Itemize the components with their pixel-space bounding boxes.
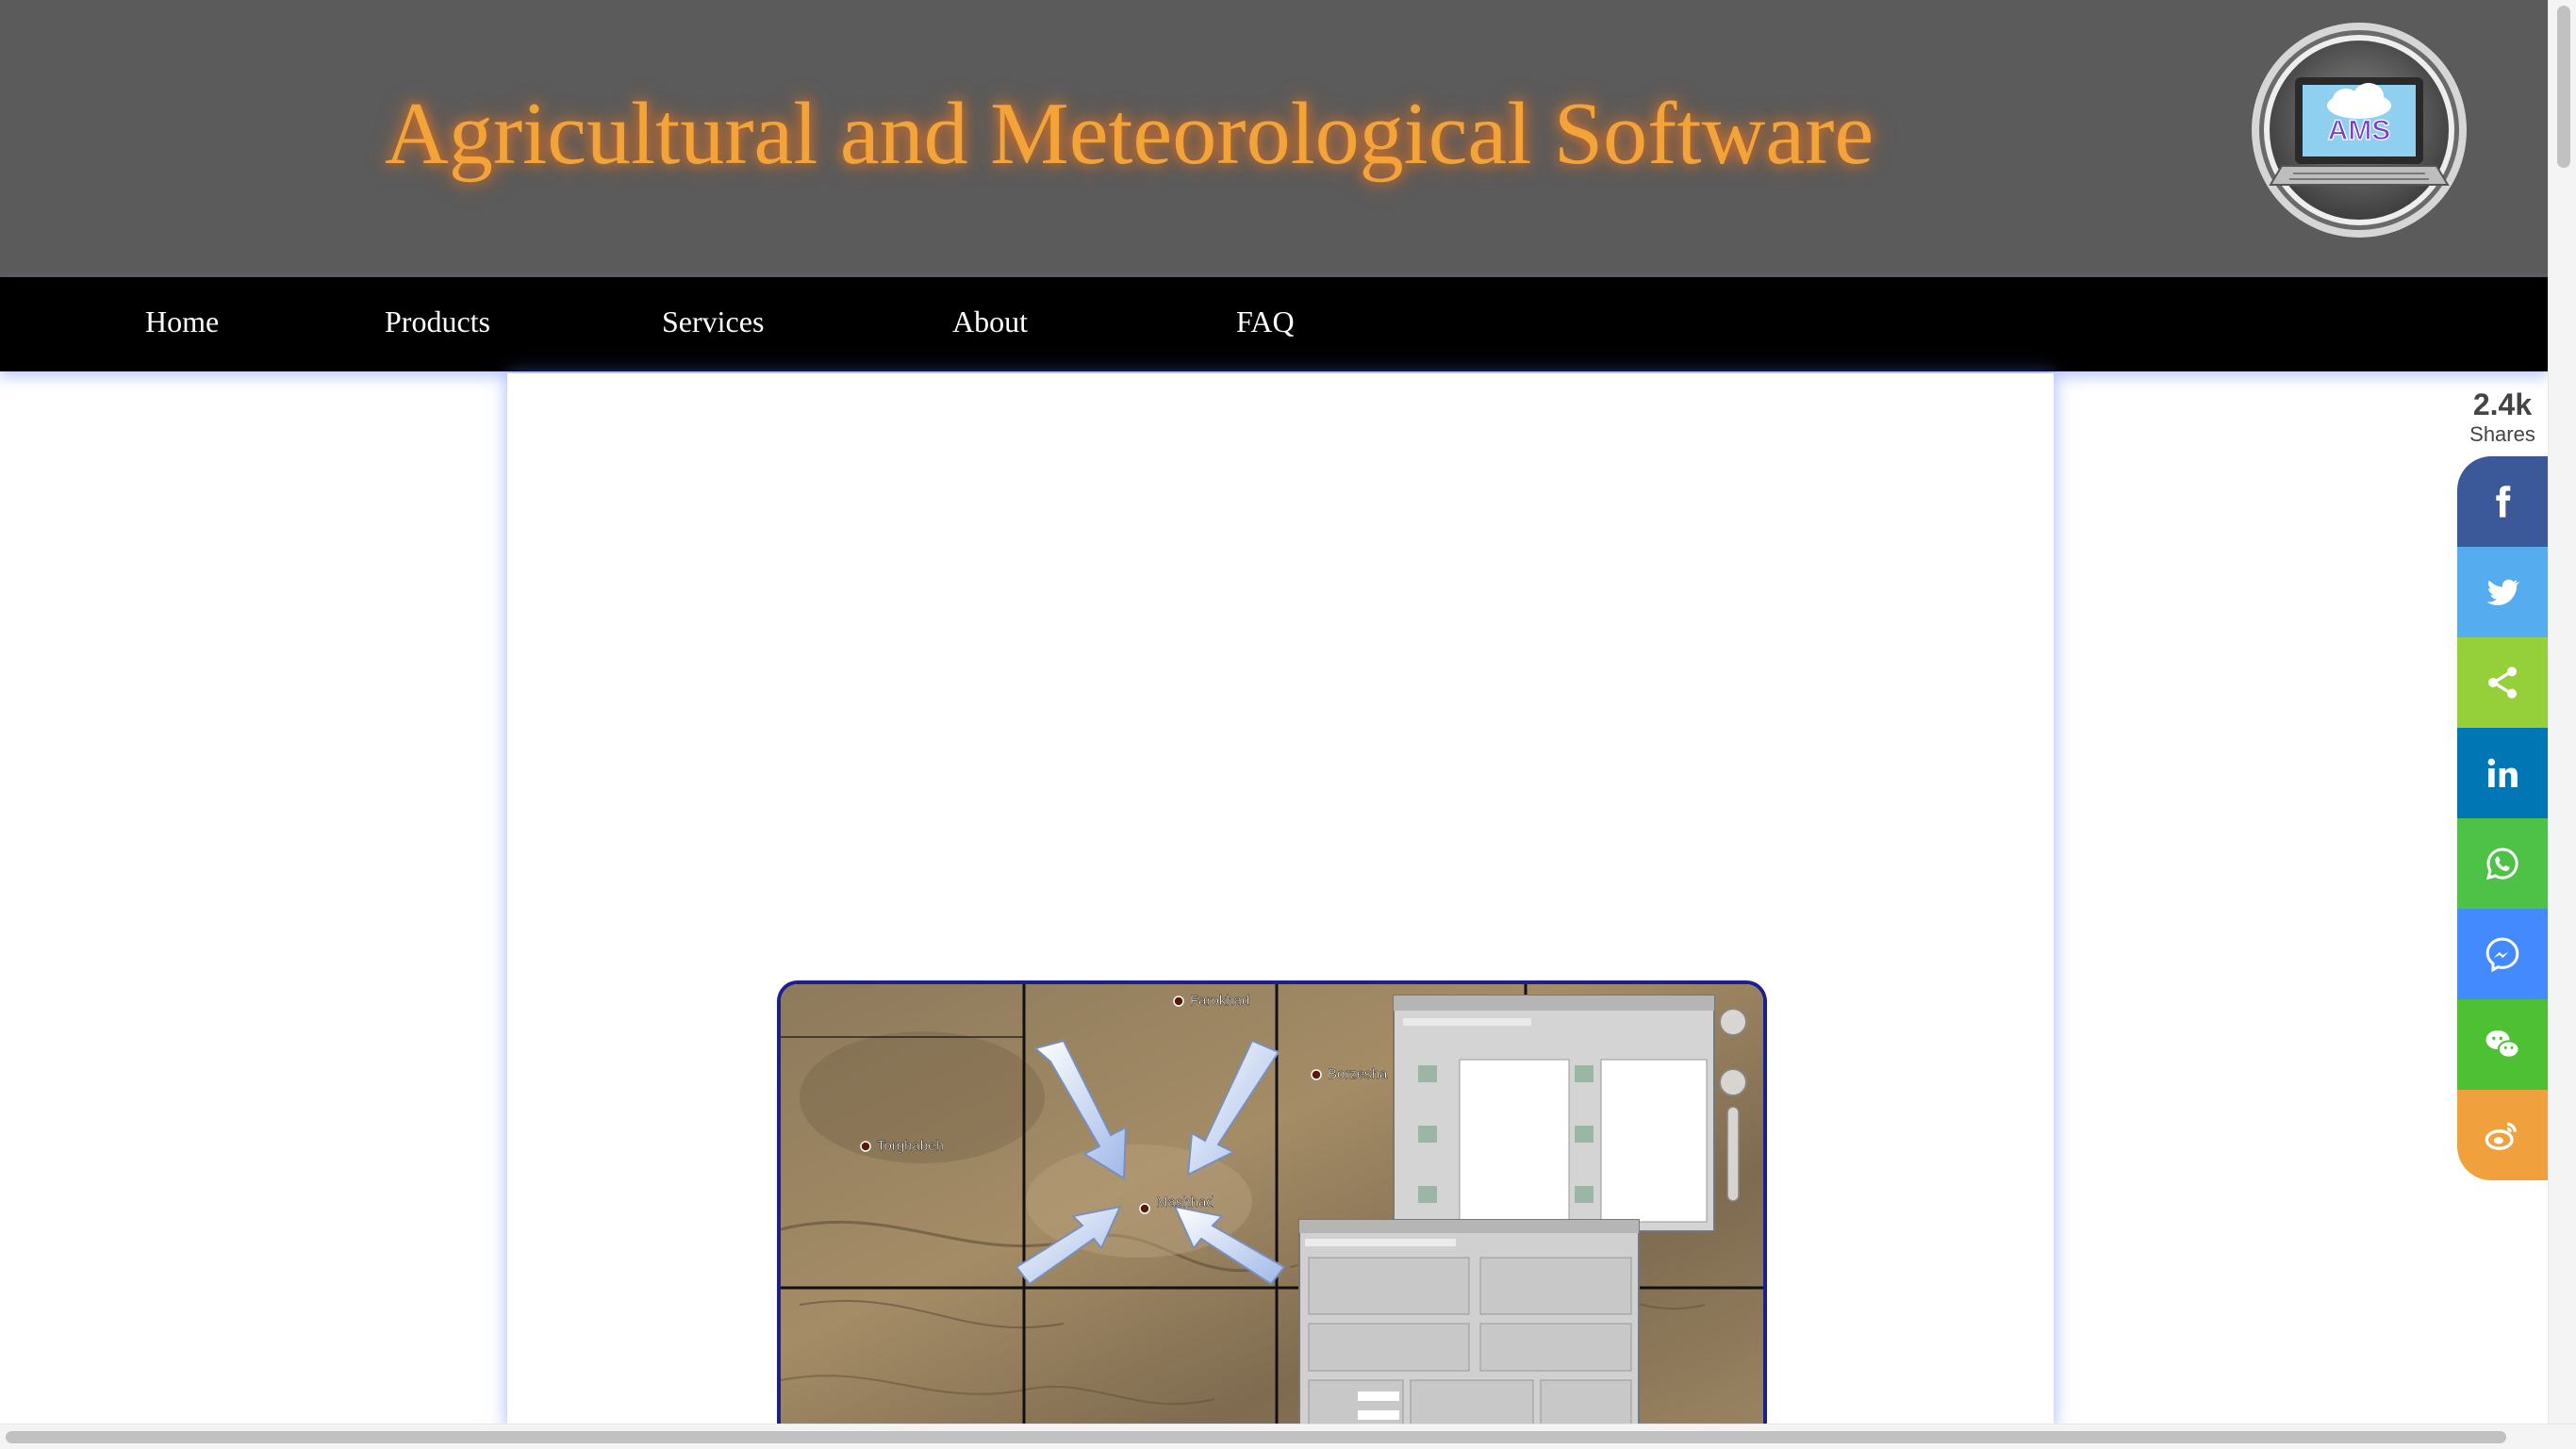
site-title: Agricultural and Meteorological Software: [385, 85, 1874, 183]
map-label-torghabeh: Torghabeh: [877, 1138, 944, 1154]
hero-satellite-image: Farokhad Borzesha Torghabeh Mashhad: [777, 980, 1767, 1429]
laptop-logo-icon: AMS: [2252, 23, 2467, 238]
vertical-scrollbar-thumb[interactable]: [2557, 6, 2570, 168]
nav-faq[interactable]: FAQ: [1236, 277, 1295, 371]
generic-share-button[interactable]: [2457, 637, 2548, 728]
horizontal-scrollbar[interactable]: [0, 1424, 2576, 1449]
map-label-farokhad: Farokhad: [1190, 993, 1249, 1009]
map-label-borzesha: Borzesha: [1328, 1066, 1388, 1082]
share-count: 2.4k Shares: [2457, 387, 2548, 447]
wechat-icon: [2485, 1030, 2520, 1059]
software-window-1: [1393, 995, 1715, 1232]
linkedin-icon: [2487, 758, 2518, 787]
site-header: Agricultural and Meteorological Software…: [0, 0, 2548, 277]
nav-home[interactable]: Home: [145, 277, 219, 371]
software-window-2: [1298, 1219, 1640, 1429]
whatsapp-icon: [2485, 848, 2518, 881]
messenger-share-button[interactable]: [2457, 909, 2548, 999]
horizontal-scrollbar-thumb[interactable]: [6, 1431, 2506, 1443]
share-count-number: 2.4k: [2472, 387, 2533, 421]
share-icon: [2488, 667, 2517, 699]
facebook-icon: [2496, 486, 2511, 518]
nav-products[interactable]: Products: [385, 277, 490, 371]
weibo-icon: [2485, 1122, 2517, 1150]
linkedin-share-button[interactable]: [2457, 728, 2548, 818]
nav-about[interactable]: About: [952, 277, 1028, 371]
map-label-mashhad: Mashhad: [1156, 1194, 1214, 1210]
weibo-share-button[interactable]: [2457, 1090, 2548, 1180]
main-nav: Home Products Services About FAQ: [0, 277, 2548, 371]
share-count-label: Shares: [2469, 422, 2535, 446]
messenger-icon: [2485, 937, 2519, 973]
whatsapp-share-button[interactable]: [2457, 818, 2548, 909]
site-logo[interactable]: AMS: [2248, 19, 2470, 241]
logo-text: AMS: [2328, 115, 2391, 146]
twitter-icon: [2486, 579, 2520, 605]
wechat-share-button[interactable]: [2457, 999, 2548, 1090]
vertical-scrollbar[interactable]: [2548, 0, 2576, 1424]
satellite-map-graphic: Farokhad Borzesha Torghabeh Mashhad: [781, 984, 1763, 1429]
twitter-share-button[interactable]: [2457, 547, 2548, 637]
nav-services[interactable]: Services: [662, 277, 764, 371]
facebook-share-button[interactable]: [2457, 456, 2548, 547]
